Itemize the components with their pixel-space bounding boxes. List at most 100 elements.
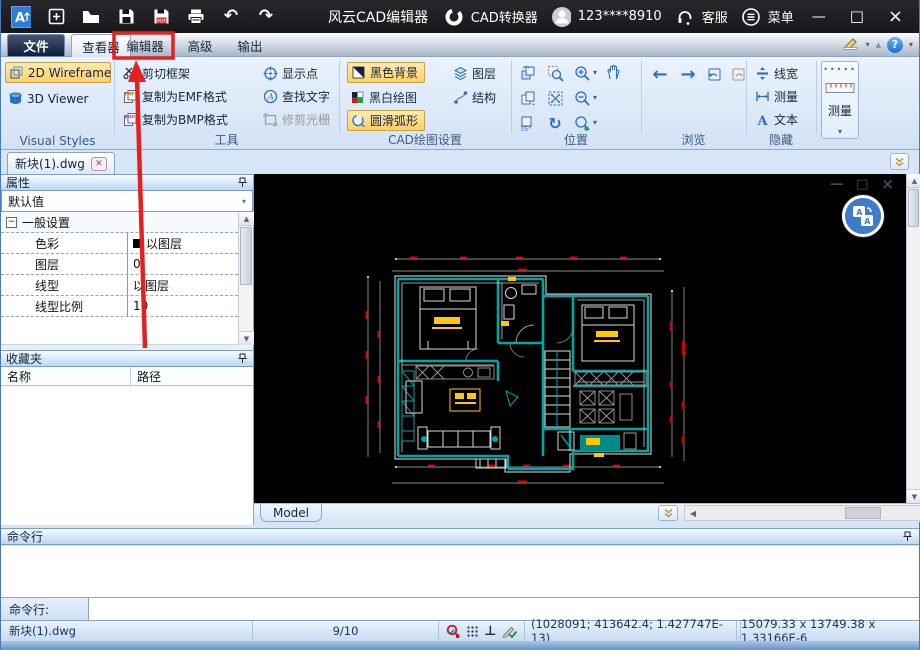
undo-icon[interactable]: ↶ bbox=[221, 7, 241, 27]
mdi-close-button[interactable]: × bbox=[881, 177, 894, 192]
button-show-points[interactable]: 显示点 bbox=[263, 63, 318, 84]
button-layers[interactable]: 图层 bbox=[453, 63, 496, 84]
fit-extents-icon[interactable] bbox=[544, 87, 566, 109]
property-row-color[interactable]: 色彩 以图层 bbox=[1, 233, 253, 254]
tabbar-collapse-button[interactable] bbox=[890, 153, 909, 170]
button-find-text[interactable]: A 查找文字 bbox=[263, 86, 330, 107]
properties-scrollbar[interactable]: ▲ ▼ bbox=[238, 212, 253, 345]
grid-toggle-icon[interactable] bbox=[466, 625, 479, 638]
zoom-in-dropdown[interactable]: ▾ bbox=[593, 68, 597, 77]
layout-collapse-button[interactable] bbox=[658, 505, 678, 521]
button-copy-emf[interactable]: EMF 复制为EMF格式 bbox=[123, 86, 227, 107]
button-structure[interactable]: 结构 bbox=[453, 87, 496, 108]
canvas-hscrollbar[interactable]: ◀ ▶ bbox=[684, 505, 920, 521]
tab-advanced[interactable]: 高级 bbox=[179, 34, 221, 57]
next-layout-icon[interactable] bbox=[727, 63, 749, 85]
avatar[interactable] bbox=[551, 7, 571, 27]
button-hide-measure[interactable]: 测量 bbox=[755, 86, 798, 107]
save-icon[interactable] bbox=[116, 7, 136, 27]
command-history[interactable] bbox=[1, 546, 919, 597]
button-cut-frame[interactable]: 剪切框架 bbox=[123, 63, 190, 84]
pin-icon[interactable] bbox=[237, 353, 248, 364]
scroll-up-icon[interactable]: ▲ bbox=[907, 174, 920, 188]
converter-ring-icon[interactable] bbox=[444, 7, 464, 27]
collapse-minus-icon[interactable]: − bbox=[6, 217, 17, 228]
help-dropdown[interactable]: ▾ bbox=[909, 40, 913, 49]
document-tab[interactable]: 新块(1).dwg ✕ bbox=[7, 152, 115, 174]
print-icon[interactable] bbox=[186, 7, 206, 27]
button-trim-raster[interactable]: 修剪光栅 bbox=[263, 109, 330, 130]
ortho-toggle-icon[interactable]: ⊥ bbox=[485, 624, 497, 639]
column-name[interactable]: 名称 bbox=[1, 367, 131, 385]
property-row-linetype[interactable]: 线型 以图层 bbox=[1, 275, 253, 296]
drawing-canvas[interactable]: — □ × A A bbox=[254, 174, 906, 503]
scroll-down-icon[interactable]: ▼ bbox=[239, 331, 254, 345]
scroll-left-icon[interactable]: ◀ bbox=[685, 506, 701, 520]
app-window: A PDF ↶ ↷ 风云CAD编辑器 CAD转换 bbox=[0, 0, 920, 650]
app-logo-icon: A bbox=[11, 7, 31, 27]
tab-model[interactable]: Model bbox=[260, 504, 322, 522]
translate-float-button[interactable]: A A bbox=[842, 195, 884, 237]
new-file-icon[interactable] bbox=[46, 7, 66, 27]
button-3d-viewer[interactable]: 3D Viewer bbox=[8, 88, 88, 109]
browse-forward-icon[interactable]: → bbox=[677, 63, 699, 85]
open-folder-icon[interactable] bbox=[81, 7, 101, 27]
prev-layout-icon[interactable] bbox=[703, 63, 725, 85]
redo-icon[interactable]: ↷ bbox=[256, 7, 276, 27]
zoom-window-icon[interactable] bbox=[544, 62, 566, 84]
tab-editor[interactable]: 编辑器 bbox=[121, 34, 169, 57]
help-button[interactable]: ? bbox=[887, 37, 903, 53]
menu-button[interactable]: 菜单 bbox=[768, 7, 794, 26]
canvas-vscrollbar[interactable]: ▲ ▼ bbox=[906, 174, 920, 503]
measure-dropdown[interactable]: ▾ bbox=[838, 127, 842, 136]
scrollbar-thumb[interactable] bbox=[845, 507, 881, 519]
menu-circle-icon[interactable] bbox=[741, 7, 761, 27]
preset-dropdown[interactable]: 默认值 ▾ bbox=[1, 191, 253, 212]
scrollbar-thumb[interactable] bbox=[908, 189, 919, 227]
tab-file[interactable]: 文件 bbox=[7, 34, 65, 57]
pan-hand-icon[interactable] bbox=[603, 61, 625, 83]
tab-output[interactable]: 输出 bbox=[229, 34, 271, 57]
browse-back-icon[interactable]: ← bbox=[649, 63, 671, 85]
button-smooth-arc[interactable]: 圆滑弧形 bbox=[347, 110, 425, 131]
quick-edit-dropdown[interactable]: ▾ bbox=[866, 40, 870, 49]
ribbon-collapse-icon[interactable]: ▲ bbox=[876, 41, 881, 49]
zoom-scale-dropdown[interactable]: ▾ bbox=[593, 118, 597, 127]
account-id[interactable]: 123****8910 bbox=[578, 9, 662, 24]
zoom-out-icon[interactable] bbox=[571, 87, 593, 109]
button-hide-text[interactable]: A 文本 bbox=[755, 109, 798, 130]
button-black-background[interactable]: 黑色背景 bbox=[347, 62, 425, 83]
scroll-down-icon[interactable]: ▼ bbox=[907, 489, 920, 503]
maximize-button[interactable]: □ bbox=[850, 9, 864, 24]
quick-edit-icon[interactable] bbox=[843, 35, 860, 54]
mdi-minimize-button[interactable]: — bbox=[830, 178, 843, 191]
document-close-icon[interactable]: ✕ bbox=[91, 157, 107, 171]
zoom-in-icon[interactable] bbox=[571, 62, 593, 84]
rotate-view-icon[interactable] bbox=[517, 62, 539, 84]
button-hide-linewidth[interactable]: 线宽 bbox=[755, 63, 798, 84]
column-path[interactable]: 路径 bbox=[131, 367, 253, 385]
support-button[interactable]: 客服 bbox=[702, 7, 728, 26]
save-as-pdf-icon[interactable]: PDF bbox=[151, 7, 171, 27]
mdi-restore-button[interactable]: □ bbox=[856, 178, 868, 191]
pin-icon[interactable] bbox=[902, 531, 913, 542]
close-button[interactable]: × bbox=[888, 8, 903, 26]
button-2d-wireframe[interactable]: 2D Wireframe bbox=[5, 62, 111, 83]
cad-converter-button[interactable]: CAD转换器 bbox=[471, 7, 538, 26]
property-row-layer[interactable]: 图层 0 bbox=[1, 254, 253, 275]
group-label-hide: 隐藏 bbox=[746, 131, 816, 148]
copy-view-icon[interactable] bbox=[517, 87, 539, 109]
scrollbar-thumb[interactable] bbox=[240, 227, 252, 285]
measure-tool-button[interactable]: ••••• 测量 ▾ bbox=[821, 61, 859, 139]
property-group-row[interactable]: −一般设置 bbox=[1, 212, 253, 233]
scroll-up-icon[interactable]: ▲ bbox=[239, 212, 254, 226]
headset-icon[interactable] bbox=[675, 7, 695, 27]
osnap-pen-icon[interactable] bbox=[502, 624, 517, 638]
minimize-button[interactable]: — bbox=[812, 10, 826, 24]
snap-toggle-icon[interactable] bbox=[446, 624, 460, 638]
pin-icon[interactable] bbox=[237, 177, 248, 188]
zoom-out-dropdown[interactable]: ▾ bbox=[593, 93, 597, 102]
property-row-ltscale[interactable]: 线型比例 10 bbox=[1, 296, 253, 317]
button-copy-bmp[interactable]: BMP 复制为BMP格式 bbox=[123, 109, 228, 130]
button-bw-drawing[interactable]: 黑白绘图 bbox=[350, 87, 417, 108]
